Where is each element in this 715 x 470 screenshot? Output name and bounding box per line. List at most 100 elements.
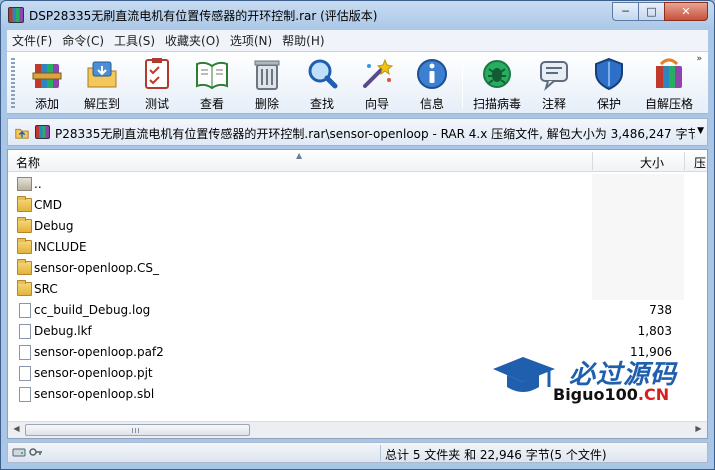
toolbar-overflow-icon[interactable]: » xyxy=(696,54,702,64)
file-icon xyxy=(19,324,31,339)
watermark-domain-red: .CN xyxy=(637,385,670,404)
archive-icon xyxy=(35,125,50,139)
file-row[interactable]: INCLUDE xyxy=(8,237,707,258)
delete-icon xyxy=(254,60,280,90)
file-row[interactable]: sensor-openloop.CS_ xyxy=(8,258,707,279)
file-name: sensor-openloop.sbl xyxy=(34,387,155,401)
test-label: 测试 xyxy=(144,97,169,111)
column-packed[interactable]: 压 xyxy=(694,154,706,171)
watermark: 必过源码 Biguo100.CN xyxy=(483,349,703,409)
column-size[interactable]: 大小 xyxy=(640,154,664,171)
file-name: INCLUDE xyxy=(34,240,87,254)
comment-button[interactable]: 注释 xyxy=(529,56,579,112)
folder-icon xyxy=(17,196,32,212)
column-name[interactable]: 名称 xyxy=(16,154,40,171)
scrollbar-thumb[interactable] xyxy=(25,424,250,436)
file-name: CMD xyxy=(34,198,62,212)
toolbar-grip[interactable] xyxy=(11,58,15,108)
archive-path[interactable]: P28335无刷直流电机有位置传感器的开环控制.rar\sensor-openl… xyxy=(55,125,695,142)
column-header: 名称 ▲ 大小 压 xyxy=(8,150,707,172)
file-name: Debug xyxy=(34,219,74,233)
watermark-domain-black: Biguo100 xyxy=(553,385,638,404)
folder-icon xyxy=(17,238,32,254)
find-icon xyxy=(308,59,338,89)
file-icon xyxy=(19,387,31,402)
file-size: 738 xyxy=(649,303,672,317)
protect-button[interactable]: 保护 xyxy=(584,56,634,112)
scroll-left-icon[interactable]: ◀ xyxy=(9,424,24,436)
folder-icon xyxy=(17,280,32,296)
folder-icon xyxy=(17,217,32,233)
extract-to-button[interactable]: 解压到 xyxy=(77,56,127,112)
comment-label: 注释 xyxy=(541,97,566,111)
menu-commands[interactable]: 命令(C) xyxy=(57,32,109,49)
menu-favorites[interactable]: 收藏夹(O) xyxy=(160,32,225,49)
close-button[interactable]: ✕ xyxy=(664,2,708,21)
file-name: sensor-openloop.paf2 xyxy=(34,345,164,359)
graduation-cap-logo xyxy=(493,357,555,392)
title-bar: DSP28335无刷直流电机有位置传感器的开环控制.rar (评估版本) ─ □… xyxy=(1,1,714,29)
watermark-domain: Biguo100.CN xyxy=(553,385,669,404)
virus-scan-icon xyxy=(483,60,511,88)
file-row[interactable]: .. xyxy=(8,174,707,195)
menu-help[interactable]: 帮助(H) xyxy=(277,32,329,49)
sfx-icon xyxy=(656,58,682,88)
file-name: .. xyxy=(34,177,42,191)
column-divider[interactable] xyxy=(684,152,685,170)
virus-scan-button[interactable]: 扫描病毒 xyxy=(469,56,525,112)
info-button[interactable]: 信息 xyxy=(407,56,457,112)
winrar-app-icon[interactable] xyxy=(8,7,24,23)
file-icon xyxy=(19,345,31,360)
wizard-icon xyxy=(363,58,394,88)
drive-icon[interactable] xyxy=(12,446,26,458)
status-summary: 总计 5 文件夹 和 22,946 字节(5 个文件) xyxy=(385,448,607,462)
maximize-button[interactable]: □ xyxy=(638,2,665,21)
add-button[interactable]: 添加 xyxy=(22,56,72,112)
folder-icon xyxy=(17,259,32,275)
column-divider[interactable] xyxy=(592,152,593,170)
info-icon xyxy=(417,59,447,89)
file-row[interactable]: SRC xyxy=(8,279,707,300)
view-button[interactable]: 查看 xyxy=(187,56,237,112)
scroll-right-icon[interactable]: ▶ xyxy=(691,424,706,436)
wizard-button[interactable]: 向导 xyxy=(352,56,402,112)
file-row[interactable]: Debug.lkf 1,803 xyxy=(8,321,707,342)
status-bar: 总计 5 文件夹 和 22,946 字节(5 个文件) xyxy=(7,442,708,463)
toolbar: 添加 解压到 测试 查看 删除 查找 向导 信息 扫描病毒 注释 保护 自解压格… xyxy=(7,51,708,114)
toolbar-separator xyxy=(462,58,463,108)
extract-to-icon xyxy=(87,61,117,88)
menu-options[interactable]: 选项(N) xyxy=(225,32,277,49)
window-controls: ─ □ ✕ xyxy=(612,2,708,21)
protect-icon xyxy=(595,57,623,91)
sfx-button[interactable]: 自解压格 xyxy=(639,56,699,112)
add-archive-icon xyxy=(32,64,62,88)
window-title: DSP28335无刷直流电机有位置传感器的开环控制.rar (评估版本) xyxy=(29,9,378,23)
status-icons xyxy=(12,446,43,458)
parent-folder-icon xyxy=(17,177,32,191)
file-icon xyxy=(19,303,31,318)
menu-tools[interactable]: 工具(S) xyxy=(109,32,160,49)
key-icon[interactable] xyxy=(29,446,43,458)
file-row[interactable]: CMD xyxy=(8,195,707,216)
extract-to-label: 解压到 xyxy=(83,97,120,111)
delete-button[interactable]: 删除 xyxy=(242,56,292,112)
file-name: SRC xyxy=(34,282,58,296)
test-icon xyxy=(145,58,169,89)
comment-icon xyxy=(540,61,568,91)
test-button[interactable]: 测试 xyxy=(132,56,182,112)
horizontal-scrollbar[interactable]: ◀ ▶ xyxy=(8,421,707,438)
up-folder-icon[interactable] xyxy=(13,123,31,141)
sfx-label: 自解压格 xyxy=(644,97,693,111)
file-row[interactable]: cc_build_Debug.log 738 xyxy=(8,300,707,321)
protect-label: 保护 xyxy=(596,97,621,111)
find-button[interactable]: 查找 xyxy=(297,56,347,112)
view-icon xyxy=(196,61,228,90)
file-size: 1,803 xyxy=(637,324,672,338)
minimize-button[interactable]: ─ xyxy=(612,2,639,21)
path-dropdown-icon[interactable]: ▼ xyxy=(697,126,704,136)
info-label: 信息 xyxy=(419,97,444,111)
menu-file[interactable]: 文件(F) xyxy=(7,32,57,49)
file-name: sensor-openloop.pjt xyxy=(34,366,153,380)
virus-scan-label: 扫描病毒 xyxy=(472,97,521,111)
file-row[interactable]: Debug xyxy=(8,216,707,237)
